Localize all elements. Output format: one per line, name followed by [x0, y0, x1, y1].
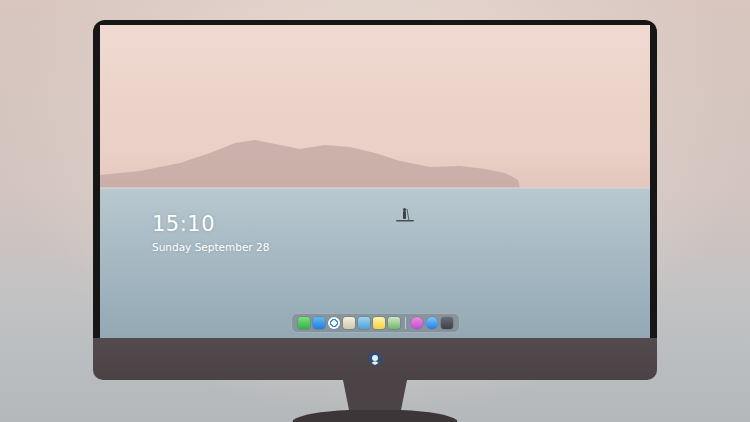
- dock-app-icon[interactable]: [358, 317, 370, 329]
- dock-app-icon[interactable]: [426, 317, 438, 329]
- dock-app-icon[interactable]: [313, 317, 325, 329]
- lock-screen: 15:10 Sunday September 28: [100, 25, 650, 338]
- monitor-chin: [93, 338, 657, 380]
- dock: [291, 313, 460, 333]
- dock-app-icon[interactable]: [298, 317, 310, 329]
- clock-date: Sunday September 28: [152, 240, 650, 254]
- dock-app-icon[interactable]: [373, 317, 385, 329]
- paddleboarder: [396, 208, 414, 222]
- dock-app-icon[interactable]: [441, 317, 453, 329]
- clock-time: 15:10: [152, 211, 650, 237]
- mountain-silhouette: [100, 140, 520, 188]
- dock-app-icon[interactable]: [343, 317, 355, 329]
- monitor: 15:10 Sunday September 28: [93, 20, 657, 422]
- monitor-stand: [285, 380, 465, 422]
- brand-logo-icon: [367, 351, 383, 367]
- dock-app-icon[interactable]: [328, 317, 340, 329]
- dock-separator: [405, 317, 406, 329]
- desktop-background: 15:10 Sunday September 28: [0, 0, 750, 422]
- wallpaper-photo: [100, 25, 650, 338]
- lock-clock: 15:10 Sunday September 28: [152, 211, 650, 254]
- dock-app-icon[interactable]: [388, 317, 400, 329]
- dock-app-icon[interactable]: [411, 317, 423, 329]
- monitor-bezel: 15:10 Sunday September 28: [93, 20, 657, 338]
